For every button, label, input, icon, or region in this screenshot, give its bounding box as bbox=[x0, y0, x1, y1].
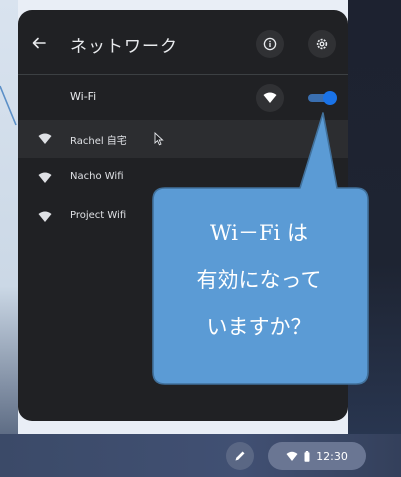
callout-line: 有効になって bbox=[196, 268, 322, 292]
screen: ネットワーク Wi-Fi Rachel 自宅 Nacho Wifi Projec… bbox=[0, 0, 401, 477]
callout-line: いますか？ bbox=[206, 315, 312, 339]
callout-line: Wi－Fi は bbox=[210, 221, 308, 245]
callout-text: Wi－Fi は 有効になって いますか？ bbox=[150, 210, 368, 351]
